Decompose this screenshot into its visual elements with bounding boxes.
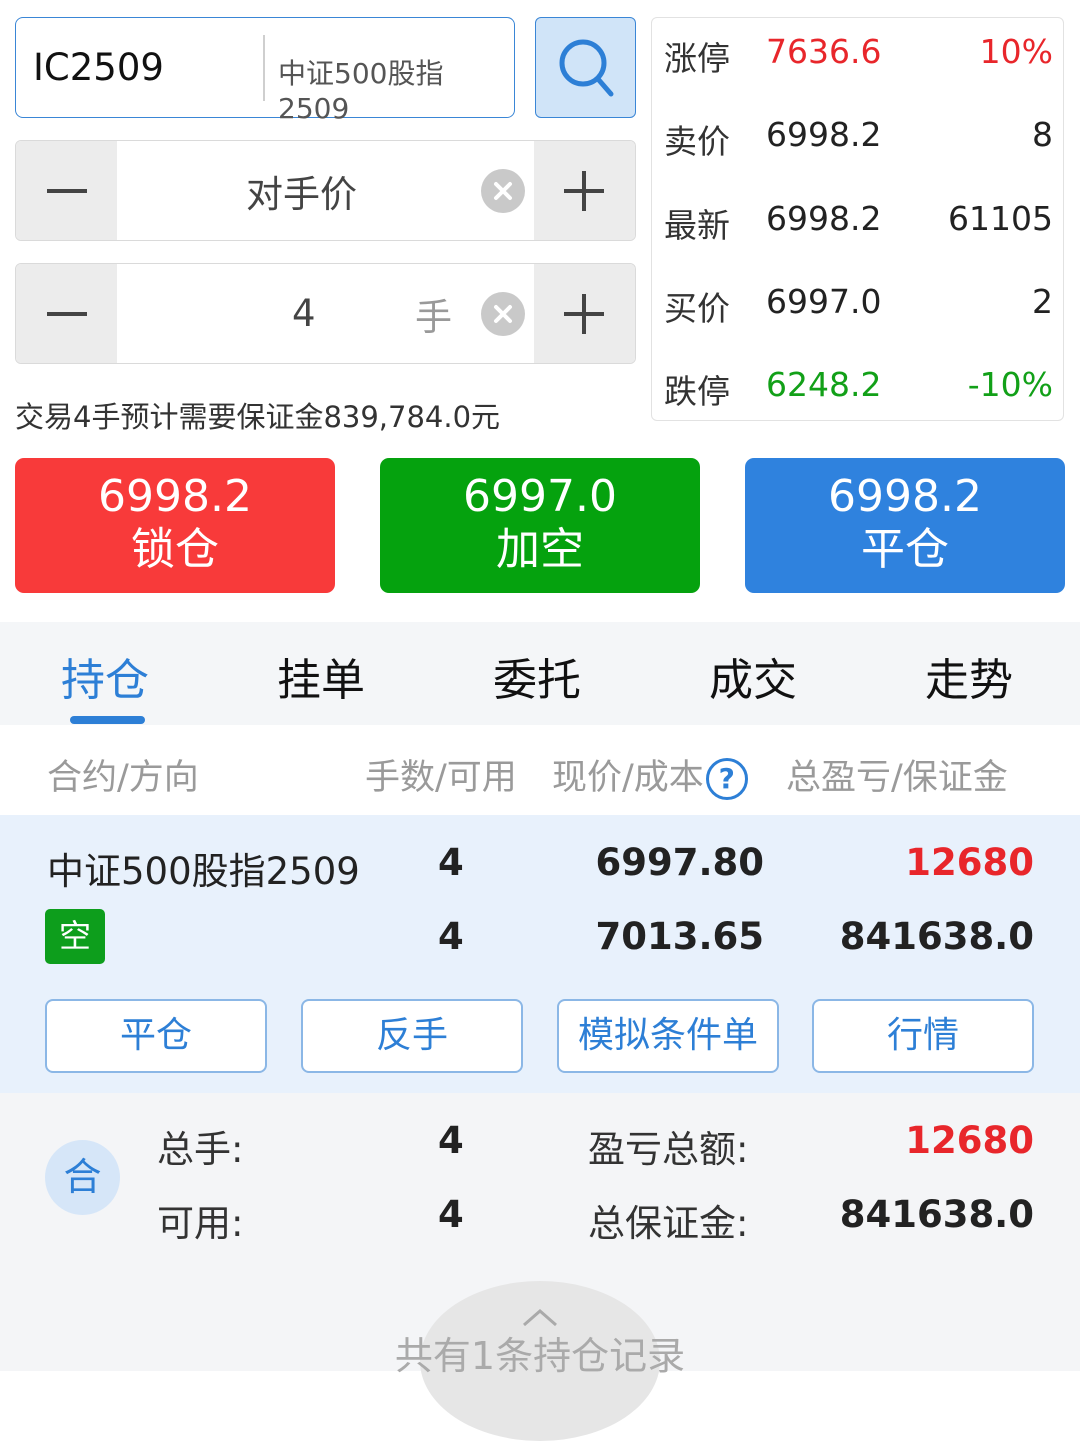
quote-row-limit-down: 跌停 6248.2 -10% bbox=[652, 365, 1063, 425]
close-price: 6998.2 bbox=[828, 471, 982, 522]
close-icon bbox=[494, 305, 512, 323]
quote-extra: 8 bbox=[1032, 115, 1053, 154]
position-lots: 4 bbox=[438, 841, 464, 884]
quantity-unit: 手 bbox=[415, 295, 452, 339]
quantity-decrease-button[interactable] bbox=[16, 264, 117, 363]
minus-icon bbox=[46, 188, 87, 193]
col-lots: 手数/可用 bbox=[365, 758, 517, 798]
summary-badge: 合 bbox=[45, 1140, 120, 1215]
add-short-button[interactable]: 6997.0 加空 bbox=[380, 458, 700, 593]
position-current-price: 6997.80 bbox=[595, 841, 764, 884]
close-label: 平仓 bbox=[861, 524, 949, 575]
lock-label: 锁仓 bbox=[131, 524, 219, 575]
help-icon[interactable]: ? bbox=[705, 758, 748, 800]
close-position-button[interactable]: 6998.2 平仓 bbox=[745, 458, 1065, 593]
col-price: 现价/成本? bbox=[552, 749, 748, 800]
reverse-position-button[interactable]: 反手 bbox=[301, 999, 523, 1073]
direction-badge: 空 bbox=[45, 909, 105, 964]
divider bbox=[263, 35, 265, 101]
lock-position-button[interactable]: 6998.2 锁仓 bbox=[15, 458, 335, 593]
quote-panel: 涨停 7636.6 10% 卖价 6998.2 8 最新 6998.2 6110… bbox=[651, 17, 1064, 421]
minus-icon bbox=[46, 311, 87, 316]
quote-label: 最新 bbox=[664, 206, 730, 245]
quantity-stepper[interactable]: 4 手 bbox=[15, 263, 636, 364]
total-lots-label: 总手: bbox=[157, 1128, 244, 1171]
quantity-increase-button[interactable] bbox=[534, 264, 635, 363]
quantity-clear-button[interactable] bbox=[481, 292, 525, 336]
close-icon bbox=[494, 182, 512, 200]
contract-name: 中证500股指2509 bbox=[278, 57, 444, 125]
price-stepper[interactable]: 对手价 bbox=[15, 140, 636, 241]
quote-price[interactable]: 6998.2 bbox=[766, 199, 881, 238]
conditional-order-button[interactable]: 模拟条件单 bbox=[557, 999, 779, 1073]
position-pnl: 12680 bbox=[905, 841, 1034, 884]
tab-positions[interactable]: 持仓 bbox=[61, 644, 149, 708]
position-available: 4 bbox=[438, 915, 464, 958]
total-lots-value: 4 bbox=[438, 1119, 464, 1162]
quote-price[interactable]: 6248.2 bbox=[766, 365, 881, 404]
available-value: 4 bbox=[438, 1193, 464, 1236]
position-summary: 合 总手: 可用: 4 4 盈亏总额: 总保证金: 12680 841638.0… bbox=[0, 1093, 1080, 1441]
quote-extra: 10% bbox=[979, 32, 1053, 71]
quote-label: 涨停 bbox=[664, 39, 730, 78]
quote-label: 买价 bbox=[664, 289, 730, 328]
quote-price[interactable]: 6997.0 bbox=[766, 282, 881, 321]
tab-orders[interactable]: 委托 bbox=[493, 644, 581, 708]
quote-row-ask: 卖价 6998.2 8 bbox=[652, 115, 1063, 175]
quantity-field[interactable]: 4 bbox=[292, 264, 316, 363]
tab-trades[interactable]: 成交 bbox=[709, 644, 797, 708]
tab-pending-orders[interactable]: 挂单 bbox=[277, 644, 365, 708]
margin-total-value: 841638.0 bbox=[839, 1193, 1034, 1236]
col-contract: 合约/方向 bbox=[47, 758, 199, 798]
quote-row-last: 最新 6998.2 61105 bbox=[652, 199, 1063, 259]
quote-row-limit-up: 涨停 7636.6 10% bbox=[652, 32, 1063, 92]
position-cost: 7013.65 bbox=[595, 915, 764, 958]
quote-label: 卖价 bbox=[664, 122, 730, 161]
quote-row-bid: 买价 6997.0 2 bbox=[652, 282, 1063, 342]
column-header: 合约/方向 手数/可用 现价/成本? 总盈亏/保证金 bbox=[0, 725, 1080, 815]
position-contract-name: 中证500股指2509 bbox=[47, 850, 360, 893]
price-increase-button[interactable] bbox=[534, 141, 635, 240]
short-price: 6997.0 bbox=[463, 471, 617, 522]
quote-label: 跌停 bbox=[664, 372, 730, 411]
active-tab-indicator bbox=[70, 716, 145, 724]
record-count: 共有1条持仓记录 bbox=[394, 1334, 686, 1378]
quote-price[interactable]: 7636.6 bbox=[766, 32, 881, 71]
margin-total-label: 总保证金: bbox=[588, 1202, 749, 1245]
quote-extra: -10% bbox=[967, 365, 1053, 404]
price-clear-button[interactable] bbox=[481, 169, 525, 213]
col-price-label: 现价/成本 bbox=[552, 758, 704, 798]
pnl-total-label: 盈亏总额: bbox=[588, 1128, 749, 1171]
quote-extra: 61105 bbox=[948, 199, 1053, 238]
close-position-op-button[interactable]: 平仓 bbox=[45, 999, 267, 1073]
search-icon bbox=[559, 39, 613, 96]
price-type-field[interactable]: 对手价 bbox=[246, 141, 357, 240]
available-label: 可用: bbox=[157, 1202, 244, 1245]
market-quote-button[interactable]: 行情 bbox=[812, 999, 1034, 1073]
lock-price: 6998.2 bbox=[98, 471, 252, 522]
pnl-total-value: 12680 bbox=[905, 1119, 1034, 1162]
quote-price[interactable]: 6998.2 bbox=[766, 115, 881, 154]
margin-estimate: 交易4手预计需要保证金839,784.0元 bbox=[15, 400, 501, 434]
contract-input[interactable]: IC2509 中证500股指2509 bbox=[15, 17, 515, 125]
col-pnl: 总盈亏/保证金 bbox=[786, 758, 1008, 798]
tab-bar: 持仓 挂单 委托 成交 走势 bbox=[0, 622, 1080, 725]
price-decrease-button[interactable] bbox=[16, 141, 117, 240]
position-row[interactable]: 中证500股指2509 空 4 4 6997.80 7013.65 12680 … bbox=[0, 815, 1080, 1093]
position-margin: 841638.0 bbox=[839, 915, 1034, 958]
quote-extra: 2 bbox=[1032, 282, 1053, 321]
tab-trend[interactable]: 走势 bbox=[925, 644, 1013, 708]
short-label: 加空 bbox=[496, 524, 584, 575]
contract-code[interactable]: IC2509 bbox=[33, 46, 164, 89]
search-button[interactable] bbox=[535, 17, 636, 118]
